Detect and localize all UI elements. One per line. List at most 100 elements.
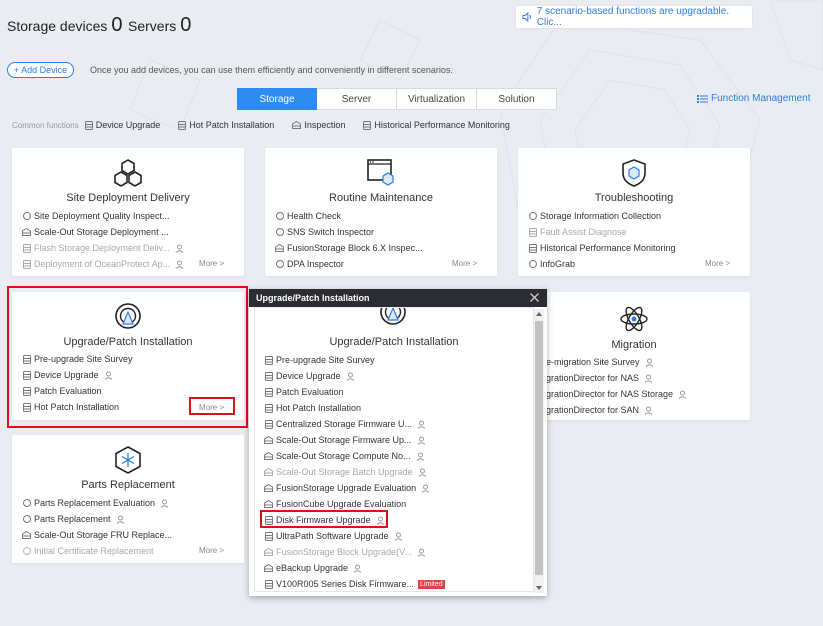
list-item[interactable]: Health Check (275, 208, 487, 224)
list-item[interactable]: Scale-Out Storage Compute No... (264, 448, 529, 464)
dialog-item-list: Pre-upgrade Site Survey Device Upgrade P… (264, 352, 529, 591)
common-function-hot-patch[interactable]: Hot Patch Installation (178, 120, 274, 130)
common-function-performance-monitoring[interactable]: Historical Performance Monitoring (363, 120, 510, 130)
card-site-deployment-delivery[interactable]: Site Deployment Delivery Site Deployment… (12, 148, 244, 276)
item-label: Parts Replacement Evaluation (34, 498, 156, 508)
list-item[interactable]: UltraPath Software Upgrade (264, 528, 529, 544)
scroll-down-icon[interactable] (536, 586, 542, 590)
user-icon (394, 532, 402, 541)
tab-server[interactable]: Server (317, 88, 397, 110)
list-item[interactable]: Scale-Out Storage Firmware Up... (264, 432, 529, 448)
dialog-header: Upgrade/Patch Installation (249, 289, 547, 307)
list-item[interactable]: Hot Patch Installation (264, 400, 529, 416)
list-item[interactable]: Parts Replacement (22, 511, 234, 527)
scroll-up-icon[interactable] (536, 312, 542, 316)
database-icon (528, 227, 537, 237)
list-item[interactable]: Storage Information Collection (528, 208, 740, 224)
user-icon (644, 374, 653, 383)
database-icon (264, 355, 273, 365)
close-icon[interactable] (529, 292, 540, 303)
card-title: Troubleshooting (594, 192, 674, 204)
list-item[interactable]: grationDirector for NAS Storage (546, 386, 740, 402)
database-icon (264, 531, 273, 541)
item-label: Scale-Out Storage Batch Upgrade (276, 467, 413, 477)
radio-icon (275, 260, 284, 268)
speaker-icon (522, 12, 532, 22)
upgrade-patch-dialog: Upgrade/Patch Installation Upgrade/Patch… (249, 289, 547, 596)
storage-devices-count: 0 (111, 14, 123, 36)
database-icon (178, 120, 187, 130)
item-label: Health Check (287, 211, 342, 221)
notice-text: 7 scenario-based functions are upgradabl… (536, 6, 730, 28)
item-label: FusionStorage Block 6.X Inspec... (287, 243, 423, 253)
list-item[interactable]: grationDirector for NAS (546, 370, 740, 386)
radio-icon (275, 228, 284, 236)
user-icon (678, 390, 687, 399)
list-item[interactable]: Fault Assist Diagnose (528, 224, 740, 240)
list-item[interactable]: Flash Storage Deployment Deliv... (22, 240, 234, 256)
scrollbar-thumb[interactable] (535, 321, 543, 575)
list-item[interactable]: Patch Evaluation (264, 384, 529, 400)
card-migration[interactable]: Migration e-migration Site Survey gratio… (518, 292, 750, 420)
tab-storage[interactable]: Storage (237, 88, 317, 110)
more-link[interactable]: More > (199, 546, 224, 555)
list-item[interactable]: V100R005 Series Disk Firmware... Limited (264, 576, 529, 591)
common-function-device-upgrade[interactable]: Device Upgrade (84, 120, 160, 130)
dialog-content: Upgrade/Patch Installation Pre-upgrade S… (254, 307, 534, 592)
common-functions-label: Common functions (12, 120, 79, 130)
more-link[interactable]: More > (452, 259, 477, 268)
tab-solution[interactable]: Solution (477, 88, 557, 110)
function-management-link[interactable]: Function Management (697, 93, 811, 104)
card-troubleshooting[interactable]: Troubleshooting Storage Information Coll… (518, 148, 750, 276)
list-item[interactable]: SNS Switch Inspector (275, 224, 487, 240)
list-item[interactable]: eBackup Upgrade (264, 560, 529, 576)
list-item[interactable]: FusionStorage Block 6.X Inspec... (275, 240, 487, 256)
item-label: eBackup Upgrade (276, 563, 349, 573)
database-icon (363, 120, 372, 130)
item-label: UltraPath Software Upgrade (276, 531, 389, 541)
item-label: Pre-upgrade Site Survey (276, 355, 375, 365)
list-item[interactable]: e-migration Site Survey (546, 354, 740, 370)
cluster-icon (264, 548, 273, 556)
item-label: Centralized Storage Firmware U... (276, 419, 413, 429)
servers-count: 0 (180, 14, 192, 36)
user-icon (418, 468, 426, 477)
card-title: Routine Maintenance (329, 192, 433, 204)
tab-virtualization[interactable]: Virtualization (397, 88, 477, 110)
list-item[interactable]: FusionStorage Block Upgrade(V... (264, 544, 529, 560)
list-item[interactable]: Scale-Out Storage Deployment ... (22, 224, 234, 240)
add-device-button[interactable]: + Add Device (7, 62, 74, 78)
list-item[interactable]: Centralized Storage Firmware U... (264, 416, 529, 432)
user-icon (175, 260, 184, 269)
list-item[interactable]: grationDirector for SAN (546, 402, 740, 418)
upgrade-notice[interactable]: 7 scenario-based functions are upgradabl… (516, 6, 752, 28)
item-label: Parts Replacement (34, 514, 111, 524)
list-item[interactable]: Scale-Out Storage FRU Replace... (22, 527, 234, 543)
storage-devices-counter[interactable]: Storage devices 0 (7, 14, 123, 37)
radio-icon (22, 212, 31, 220)
upgrade-signal-icon (380, 308, 406, 325)
list-item[interactable]: Site Deployment Quality Inspect... (22, 208, 234, 224)
monitor-gear-icon (367, 159, 394, 186)
list-item[interactable]: Device Upgrade (264, 368, 529, 384)
card-routine-maintenance[interactable]: Routine Maintenance Health Check SNS Swi… (265, 148, 497, 276)
list-item[interactable]: Pre-upgrade Site Survey (264, 352, 529, 368)
common-function-inspection[interactable]: Inspection (292, 120, 345, 130)
more-link[interactable]: More > (199, 259, 224, 268)
list-item[interactable]: Historical Performance Monitoring (528, 240, 740, 256)
common-function-label: Historical Performance Monitoring (374, 120, 510, 130)
list-item[interactable]: FusionStorage Upgrade Evaluation (264, 480, 529, 496)
servers-counter[interactable]: Servers 0 (128, 14, 191, 37)
item-label: InfoGrab (540, 259, 576, 269)
dialog-scrollbar[interactable] (534, 309, 544, 593)
item-label: grationDirector for SAN (546, 405, 640, 415)
list-item[interactable]: Scale-Out Storage Batch Upgrade (264, 464, 529, 480)
item-label: Device Upgrade (276, 371, 341, 381)
user-icon (417, 420, 426, 429)
function-management-label: Function Management (711, 93, 811, 104)
list-item[interactable]: Parts Replacement Evaluation (22, 495, 234, 511)
cluster-icon (275, 244, 284, 252)
database-icon (264, 579, 273, 589)
more-link[interactable]: More > (705, 259, 730, 268)
card-parts-replacement[interactable]: Parts Replacement Parts Replacement Eval… (12, 435, 244, 563)
